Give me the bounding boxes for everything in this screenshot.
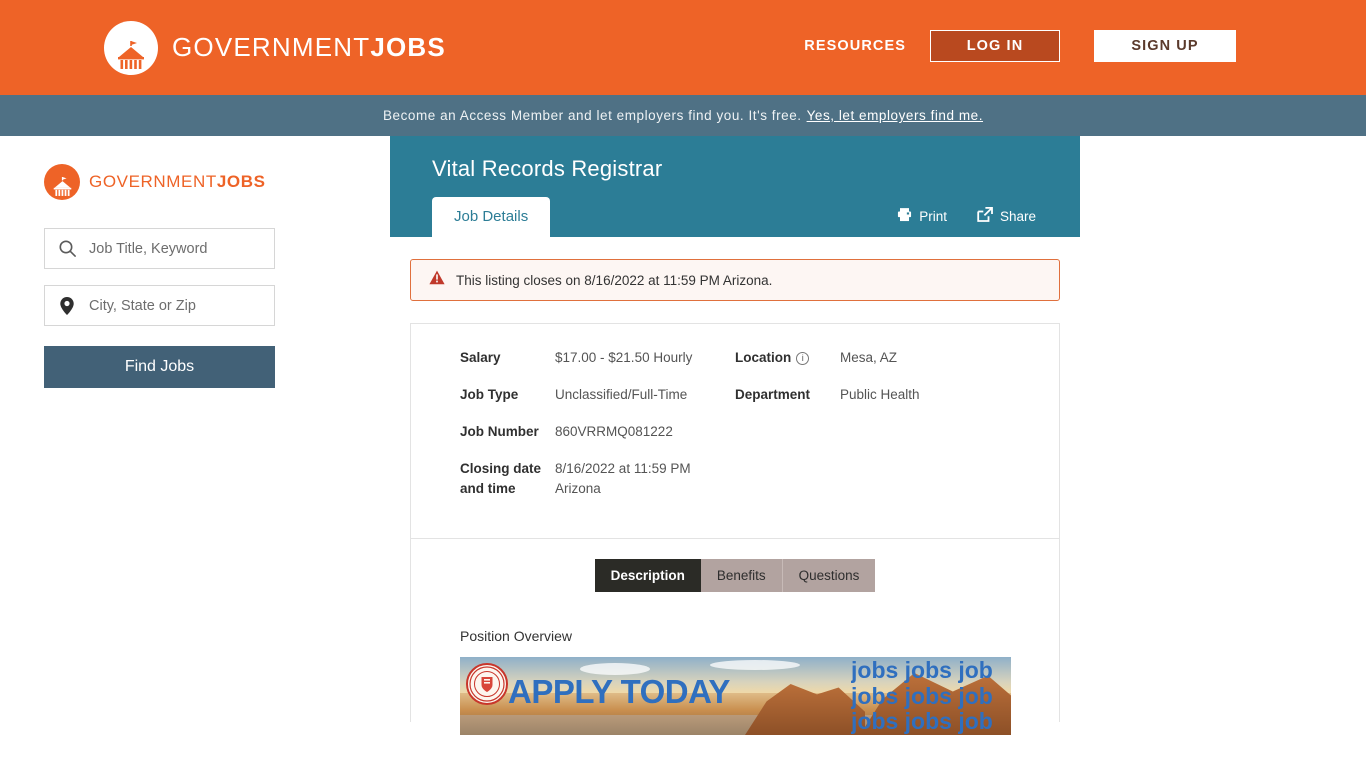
search-icon: [45, 239, 89, 258]
department-value: Public Health: [840, 387, 920, 402]
job-type-label: Job Type: [460, 387, 519, 402]
jobs-row-1: jobs jobs job: [851, 657, 993, 684]
sidebar-brand-second: JOBS: [216, 172, 266, 191]
location-label: Location i: [735, 348, 840, 368]
share-button[interactable]: Share: [977, 206, 1036, 225]
closing-date-label: Closing date and time: [460, 461, 542, 496]
share-icon: [977, 206, 993, 225]
job-details-card: Salary $17.00 - $21.50 Hourly Job Type U…: [410, 323, 1060, 538]
access-member-banner-text: Become an Access Member and let employer…: [382, 108, 802, 123]
job-details-column-right: Location i Mesa, AZ Department Public Hea…: [735, 348, 920, 516]
job-content: This listing closes on 8/16/2022 at 11:5…: [390, 259, 1080, 735]
keyword-search-field[interactable]: [44, 228, 275, 269]
tab-job-details[interactable]: Job Details: [432, 197, 551, 237]
signup-button[interactable]: SIGN UP: [1094, 30, 1236, 62]
sidebar-logo-text: GOVERNMENTJOBS: [89, 172, 266, 192]
job-number-label: Job Number: [460, 424, 539, 439]
location-input[interactable]: [89, 297, 264, 314]
apply-today-text: APPLY TODAY: [508, 673, 730, 710]
printer-icon: [897, 207, 912, 225]
site-header: GOVERNMENTJOBS RESOURCES LOG IN SIGN UP: [0, 0, 1366, 95]
job-type-value: Unclassified/Full-Time: [555, 387, 688, 402]
position-overview-heading: Position Overview: [460, 628, 573, 644]
find-jobs-button[interactable]: Find Jobs: [44, 346, 275, 388]
site-logo[interactable]: GOVERNMENTJOBS: [104, 20, 446, 75]
apply-today-banner-image: APPLY TODAY jobs jobs job jobs jobs job …: [460, 657, 1011, 735]
capitol-building-icon: [44, 164, 80, 200]
content-tabs: Description Benefits Questions: [594, 559, 876, 592]
job-details-column-left: Salary $17.00 - $21.50 Hourly Job Type U…: [460, 348, 735, 516]
maricopa-county-seal-icon: [466, 663, 508, 705]
sidebar-brand-first: GOVERNMENT: [89, 172, 217, 191]
job-posting-panel: Vital Records Registrar Job Details Prin…: [390, 136, 1080, 735]
sidebar-logo[interactable]: GOVERNMENTJOBS: [44, 164, 390, 200]
map-pin-icon: [45, 296, 89, 316]
detail-row: Salary $17.00 - $21.50 Hourly: [460, 348, 735, 368]
detail-row: Department Public Health: [735, 385, 920, 405]
tab-description[interactable]: Description: [594, 559, 701, 592]
info-icon[interactable]: i: [796, 351, 810, 365]
print-button[interactable]: Print: [897, 207, 947, 225]
jobs-row-2: jobs jobs job: [851, 682, 993, 709]
brand-first: GOVERNMENT: [172, 32, 371, 62]
job-details-grid: Salary $17.00 - $21.50 Hourly Job Type U…: [411, 348, 1059, 516]
search-input[interactable]: [89, 240, 264, 257]
location-label-text: Location: [735, 350, 792, 365]
resources-link[interactable]: RESOURCES: [804, 38, 906, 54]
header-nav: RESOURCES LOG IN SIGN UP: [804, 30, 1236, 62]
detail-row: Job Type Unclassified/Full-Time: [460, 385, 735, 405]
sidebar: GOVERNMENTJOBS Find Jobs: [0, 136, 390, 722]
brand-second: JOBS: [370, 32, 446, 62]
page-body: GOVERNMENTJOBS Find Jobs: [0, 136, 1366, 735]
job-number-value: 860VRRMQ081222: [555, 424, 673, 439]
let-employers-find-me-link[interactable]: Yes, let employers find me.: [807, 108, 983, 123]
jobs-repeat-text: jobs jobs job jobs jobs job jobs jobs jo…: [851, 657, 1011, 735]
department-label: Department: [735, 387, 811, 402]
job-header: Vital Records Registrar Job Details Prin…: [390, 136, 1080, 237]
capitol-building-icon: [104, 20, 158, 75]
salary-value: $17.00 - $21.50 Hourly: [555, 350, 693, 365]
warning-triangle-icon: [429, 270, 445, 290]
tab-questions[interactable]: Questions: [781, 559, 876, 592]
salary-label: Salary: [460, 350, 501, 365]
location-value: Mesa, AZ: [840, 350, 898, 365]
page-title: Vital Records Registrar: [432, 156, 663, 181]
job-header-actions: Print Share: [897, 206, 1036, 225]
detail-row: Closing date and time 8/16/2022 at 11:59…: [460, 459, 735, 499]
closing-date-value: 8/16/2022 at 11:59 PM Arizona: [555, 461, 691, 496]
share-label: Share: [999, 208, 1036, 224]
login-button[interactable]: LOG IN: [930, 30, 1060, 62]
detail-row: Location i Mesa, AZ: [735, 348, 920, 368]
access-member-banner: Become an Access Member and let employer…: [0, 95, 1366, 136]
content-tabs-band: Description Benefits Questions: [410, 539, 1060, 592]
closing-notice-text: This listing closes on 8/16/2022 at 11:5…: [456, 272, 773, 288]
banner-cloud: [710, 660, 800, 670]
location-search-field[interactable]: [44, 285, 275, 326]
closing-notice-alert: This listing closes on 8/16/2022 at 11:5…: [410, 259, 1060, 301]
jobs-row-3: jobs jobs job: [851, 707, 993, 734]
description-body: Position Overview APPLY TODAY jobs jobs …: [410, 592, 1060, 735]
print-label: Print: [919, 208, 947, 224]
detail-row: Job Number 860VRRMQ081222: [460, 422, 735, 442]
job-tabbar: Job Details: [432, 197, 551, 237]
site-logo-text: GOVERNMENTJOBS: [172, 32, 446, 63]
tab-benefits[interactable]: Benefits: [700, 559, 782, 592]
